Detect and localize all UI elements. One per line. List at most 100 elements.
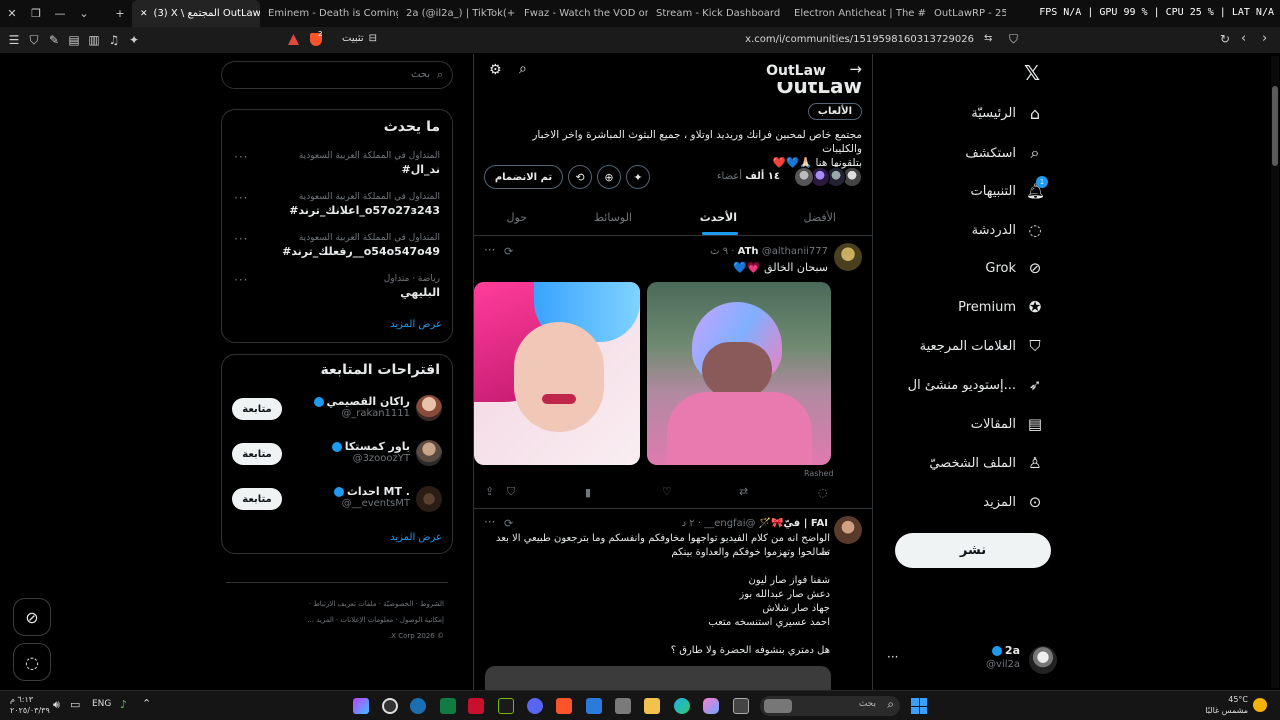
trend-item[interactable]: المتداول في المملكة العربية السعودية #اع… (289, 192, 440, 217)
post-author-name[interactable]: ATh (738, 246, 759, 257)
tab-fwaz-vod[interactable]: Fwaz - Watch the VOD on Kick (516, 0, 648, 27)
new-tab-icon[interactable]: + (108, 0, 132, 27)
bookmark-icon[interactable]: ⛉ (507, 485, 515, 499)
tab-outlawrp[interactable]: OutLawRP - 25... (926, 0, 1006, 27)
task-view-icon[interactable] (733, 698, 749, 714)
tab-list-chevron-icon[interactable]: ⌄ (72, 0, 96, 27)
file-explorer-icon[interactable] (644, 698, 660, 714)
search-box[interactable]: ⌕ بحث (221, 61, 453, 89)
footer-link[interactable]: ملفات تعريف الارتباط (313, 600, 376, 608)
invite-button[interactable]: ⊕ (597, 165, 621, 189)
close-window-icon[interactable]: ✕ (0, 0, 24, 27)
excel-icon[interactable] (440, 698, 456, 714)
x-logo-icon[interactable]: 𝕏 (1024, 61, 1040, 85)
steam-icon[interactable] (410, 698, 426, 714)
nav-grok[interactable]: Grok ⊘ (985, 259, 1044, 277)
shield-icon[interactable]: ⛉ (24, 27, 44, 53)
settings-icon[interactable]: ⚙ (489, 62, 502, 78)
post-author-handle[interactable]: @engfai__ (704, 518, 755, 529)
app-icon[interactable] (353, 698, 369, 714)
more-options-icon[interactable]: ··· (234, 273, 248, 287)
nav-articles[interactable]: المقالات ▤ (971, 415, 1044, 433)
post-author-handle[interactable]: @althanii777 (762, 246, 828, 257)
clock[interactable]: ٦:١٣ م ٢٠٢٥/٠٣/٣٩ (10, 694, 50, 716)
suggestion-user[interactable]: احداث MT . @__eventsMT (331, 485, 410, 509)
microphone-icon[interactable]: ♪ (120, 698, 127, 711)
member-count[interactable]: ١٤ ألف أعضاء (717, 171, 780, 182)
more-options-icon[interactable]: ··· (484, 515, 495, 529)
account-switcher[interactable]: 2a @vil2a ··· (884, 642, 1057, 678)
edge-icon[interactable] (674, 698, 690, 714)
app-red-icon[interactable] (468, 698, 484, 714)
app-blue-icon[interactable] (586, 698, 602, 714)
store-icon[interactable] (615, 698, 631, 714)
extensions-icon[interactable]: ✦ (124, 27, 144, 53)
nav-premium[interactable]: Premium ✪ (958, 298, 1044, 316)
post-author-name[interactable]: FAI | فيّ🎀🪄 (759, 518, 828, 529)
windows-start-icon[interactable] (911, 698, 927, 714)
nav-more[interactable]: المزيد ⊙ (983, 493, 1044, 511)
member-avatars[interactable] (794, 167, 862, 189)
post-image-left[interactable] (474, 282, 640, 465)
messages-float-button[interactable]: ◌ (13, 643, 51, 681)
tab-outlaw-community[interactable]: ✕ (3) X \ المجتمع OutLaw 𝕏 (132, 0, 260, 27)
footer-link[interactable]: الخصوصيّة (383, 600, 413, 608)
install-button[interactable]: تثبيت ⊟ (342, 33, 377, 44)
more-options-icon[interactable]: ··· (484, 243, 495, 257)
post-time[interactable]: ٩ ث (710, 246, 728, 257)
tab-about[interactable]: حول (507, 211, 527, 224)
back-icon[interactable]: ‹ (1241, 31, 1246, 46)
category-badge[interactable]: الألعاب (807, 103, 862, 120)
obs-icon[interactable] (382, 698, 398, 714)
pin-icon[interactable]: ✎ (44, 27, 64, 53)
tab-kick-dashboard[interactable]: Stream - Kick Dashboard (648, 0, 786, 27)
repost-icon[interactable]: ⇄ (739, 485, 748, 498)
share-button[interactable]: ⟲ (568, 165, 592, 189)
share-icon[interactable]: ⇪ (485, 485, 494, 498)
trend-item[interactable]: المتداول في المملكة العربية السعودية #رف… (282, 233, 440, 258)
reply-icon[interactable]: ◌ (818, 486, 828, 499)
avatar[interactable] (834, 243, 862, 271)
tab-electron-anticheat[interactable]: Electron Anticheat | The #1 Fi... (786, 0, 926, 27)
trend-item[interactable]: رياضة · متداول البليهي (384, 274, 440, 299)
footer-link[interactable]: معلومات الإعلانات (341, 616, 394, 624)
weather-widget[interactable]: 45°C مشمس غالبًا (1196, 694, 1248, 716)
volume-icon[interactable]: 🔊︎ (53, 698, 60, 712)
community-sparkle-button[interactable]: ✦ (626, 165, 650, 189)
joined-button[interactable]: تم الانضمام (484, 165, 563, 189)
more-options-icon[interactable]: ··· (234, 150, 248, 164)
brave-icon[interactable] (556, 698, 572, 714)
back-arrow-icon[interactable]: → (849, 60, 862, 78)
bookmark-icon[interactable]: ⛉ (1009, 32, 1018, 47)
avatar[interactable] (416, 486, 442, 512)
avatar[interactable] (416, 395, 442, 421)
tabs-icon[interactable]: ▤ (64, 27, 84, 53)
suggestions-show-more-link[interactable]: عرض المزيد (390, 532, 442, 543)
grok-float-button[interactable]: ⊘ (13, 598, 51, 636)
music-icon[interactable]: ♫ (104, 27, 124, 53)
language-indicator[interactable]: ENG (92, 699, 111, 709)
nav-home[interactable]: الرئيسيّة ⌂ (971, 104, 1044, 123)
follow-button[interactable]: متابعة (232, 443, 282, 465)
post-button[interactable]: نشر (895, 533, 1051, 568)
brave-rewards-icon[interactable] (288, 34, 299, 45)
trend-item[interactable]: المتداول في المملكة العربية السعودية #ند… (299, 151, 440, 176)
copilot-icon[interactable] (703, 698, 719, 714)
nav-bookmarks[interactable]: العلامات المرجعية ⛉ (920, 337, 1044, 355)
url-field[interactable]: x.com/i/communities/1519598160313729026 (740, 34, 974, 45)
restore-window-icon[interactable]: ❐ (24, 0, 48, 27)
trends-show-more-link[interactable]: عرض المزيد (390, 319, 442, 330)
follow-button[interactable]: متابعة (232, 398, 282, 420)
post-media-preview[interactable] (485, 666, 831, 690)
post-time[interactable]: ٢ د (682, 518, 695, 529)
reload-icon[interactable]: ↻ (1220, 32, 1230, 46)
footer-link[interactable]: المزيد ... (307, 616, 334, 624)
page-scrollbar[interactable] (1271, 56, 1279, 688)
nav-explore[interactable]: استكشف ⌕ (965, 143, 1044, 163)
nav-profile[interactable]: الملف الشخصيّ ♙ (929, 454, 1044, 472)
nav-chat[interactable]: الدردشة ◌ (972, 221, 1044, 239)
minimize-window-icon[interactable]: — (48, 0, 72, 27)
taskbar-search[interactable]: بحث ⌕ (760, 696, 900, 716)
nav-notifications[interactable]: التنبيهات 🔔︎ 1 (971, 176, 1048, 200)
nav-creator-studio[interactable]: إستوديو منشئ ال... ➶ (908, 376, 1044, 394)
